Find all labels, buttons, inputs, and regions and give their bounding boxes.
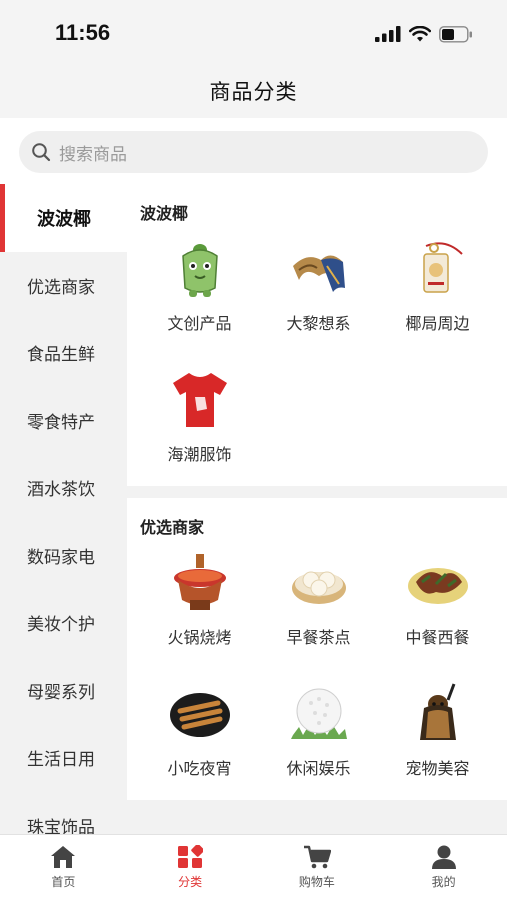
category-item[interactable]: 大黎想系 <box>259 224 378 355</box>
dish-icon <box>406 550 470 614</box>
category-icon <box>178 845 204 868</box>
search-input[interactable]: 搜索商品 <box>19 131 488 173</box>
category-grid: 火锅烧烤 早餐茶点 中餐西餐 小吃夜宵 休闲娱乐 宠物美容 <box>140 538 507 800</box>
tab-label: 购物车 <box>298 875 335 889</box>
sidebar-item-drinks[interactable]: 酒水茶饮 <box>0 454 127 522</box>
category-item-label: 早餐茶点 <box>286 628 351 647</box>
home-icon <box>51 846 76 868</box>
category-item[interactable]: 文创产品 <box>140 224 259 355</box>
status-time: 11:56 <box>55 20 111 45</box>
tab-label: 首页 <box>51 875 76 889</box>
page-title: 商品分类 <box>209 80 298 104</box>
sidebar-item-jewelry[interactable]: 珠宝饰品 <box>0 792 127 834</box>
sidebar-item-electronics[interactable]: 数码家电 <box>0 522 127 590</box>
tab-home[interactable]: 首页 <box>0 835 127 900</box>
sidebar-item-label: 珠宝饰品 <box>27 817 95 834</box>
hotpot-icon <box>168 550 232 614</box>
tab-bar: 首页 分类 购物车 我的 <box>0 834 507 900</box>
section-title: 优选商家 <box>140 518 205 537</box>
category-item[interactable]: 海潮服饰 <box>140 355 259 486</box>
category-item[interactable]: 椰局周边 <box>378 224 497 355</box>
search-icon <box>32 143 51 162</box>
category-grid: 文创产品 大黎想系 椰局周边 海潮服饰 <box>140 224 507 486</box>
category-item-label: 文创产品 <box>167 314 232 333</box>
snack-plate-icon <box>168 681 232 745</box>
mascot-figure-icon <box>168 236 232 300</box>
category-sidebar: 波波椰 优选商家 食品生鲜 零食特产 酒水茶饮 数码家电 美妆个护 母婴系列 生… <box>0 184 127 834</box>
category-item[interactable]: 中餐西餐 <box>378 538 497 669</box>
search-placeholder: 搜索商品 <box>59 144 127 165</box>
sidebar-item-label: 食品生鲜 <box>27 345 95 366</box>
dumpling-icon <box>287 550 351 614</box>
signal-icon <box>375 26 401 42</box>
sidebar-item-label: 美妆个护 <box>27 615 95 636</box>
search-bar: 搜索商品 <box>0 118 507 184</box>
category-item[interactable]: 早餐茶点 <box>259 538 378 669</box>
category-item[interactable]: 小吃夜宵 <box>140 669 259 800</box>
sidebar-item-label: 生活日用 <box>27 750 95 771</box>
sidebar-item-daily-use[interactable]: 生活日用 <box>0 724 127 792</box>
sidebar-item-featured-merchants[interactable]: 优选商家 <box>0 252 127 320</box>
sidebar-item-snacks[interactable]: 零食特产 <box>0 387 127 455</box>
sidebar-item-label: 数码家电 <box>27 547 95 568</box>
sidebar-item-beauty[interactable]: 美妆个护 <box>0 589 127 657</box>
category-item-label: 小吃夜宵 <box>167 759 232 778</box>
sidebar-item-label: 优选商家 <box>27 277 95 298</box>
tag-keychain-icon <box>406 236 470 300</box>
section-bobo-ye: 波波椰 文创产品 大黎想系 椰局周边 海潮服饰 <box>127 184 507 486</box>
category-item-label: 海潮服饰 <box>167 445 232 464</box>
category-item-label: 火锅烧烤 <box>167 628 232 647</box>
golf-ball-icon <box>287 681 351 745</box>
sidebar-item-bobo-ye[interactable]: 波波椰 <box>0 184 127 252</box>
wifi-icon <box>409 26 431 42</box>
tab-label: 分类 <box>178 875 203 889</box>
tab-category[interactable]: 分类 <box>127 835 254 900</box>
sidebar-item-label: 零食特产 <box>27 412 95 433</box>
tshirt-icon <box>168 367 232 431</box>
section-featured-merchants: 优选商家 火锅烧烤 早餐茶点 中餐西餐 小吃夜宵 休闲娱乐 宠物美容 <box>127 498 507 800</box>
status-icons <box>375 24 473 44</box>
status-bar: 11:56 <box>0 0 507 62</box>
category-item[interactable]: 宠物美容 <box>378 669 497 800</box>
battery-icon <box>439 25 472 43</box>
scarf-icon <box>287 236 351 300</box>
cart-icon <box>303 845 331 869</box>
sidebar-item-label: 酒水茶饮 <box>27 480 95 501</box>
tab-cart[interactable]: 购物车 <box>254 835 381 900</box>
category-item-label: 大黎想系 <box>286 314 351 333</box>
section-title: 波波椰 <box>140 204 189 223</box>
sidebar-item-fresh-food[interactable]: 食品生鲜 <box>0 319 127 387</box>
category-item-label: 中餐西餐 <box>405 628 470 647</box>
sidebar-item-label: 母婴系列 <box>27 682 95 703</box>
category-item-label: 椰局周边 <box>405 314 470 333</box>
sidebar-item-label: 波波椰 <box>37 208 91 230</box>
category-content: 波波椰 文创产品 大黎想系 椰局周边 海潮服饰 优选商家 火锅烧烤 早餐茶点 中… <box>127 184 507 834</box>
tab-profile[interactable]: 我的 <box>380 835 507 900</box>
category-item[interactable]: 火锅烧烤 <box>140 538 259 669</box>
tab-label: 我的 <box>431 875 456 889</box>
category-item[interactable]: 休闲娱乐 <box>259 669 378 800</box>
user-icon <box>431 845 456 869</box>
dog-icon <box>406 681 470 745</box>
category-item-label: 宠物美容 <box>405 759 470 778</box>
nav-bar: 商品分类 <box>0 62 507 118</box>
category-item-label: 休闲娱乐 <box>286 759 351 778</box>
sidebar-item-baby[interactable]: 母婴系列 <box>0 657 127 725</box>
